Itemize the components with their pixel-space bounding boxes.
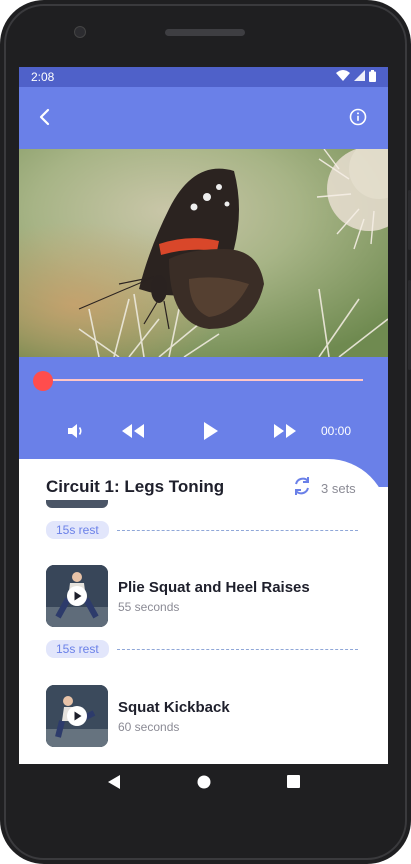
rewind-icon[interactable] — [120, 421, 146, 446]
app-bar — [19, 87, 388, 149]
play-icon[interactable] — [67, 586, 87, 606]
battery-icon — [369, 69, 376, 85]
rest-line — [116, 648, 358, 650]
exercise-duration: 55 seconds — [118, 600, 180, 614]
exercise-item[interactable]: Plie Squat and Heel Raises 55 seconds — [46, 565, 366, 627]
rest-divider: 15s rest — [46, 640, 358, 658]
exercise-duration: 60 seconds — [118, 720, 180, 734]
exercise-name: Plie Squat and Heel Raises — [118, 579, 310, 596]
exercise-thumbnail — [46, 565, 108, 627]
rest-pill: 15s rest — [46, 640, 109, 658]
nav-home-icon[interactable] — [197, 775, 211, 794]
rest-divider: 15s rest — [46, 521, 358, 539]
system-nav-bar — [19, 764, 388, 804]
seek-thumb[interactable] — [33, 371, 53, 391]
earpiece-speaker — [165, 29, 245, 36]
video-frame[interactable] — [19, 149, 388, 357]
exercise-name: Squat Kickback — [118, 699, 230, 716]
phone-frame: 2:08 00:00 Circuit 1: Legs Toning 3 sets… — [0, 0, 411, 864]
info-icon[interactable] — [348, 107, 368, 127]
nav-back-icon[interactable] — [107, 774, 121, 795]
previous-exercise-thumbnail[interactable] — [46, 500, 108, 508]
wifi-icon — [336, 70, 350, 84]
circuit-title: Circuit 1: Legs Toning — [46, 477, 225, 496]
status-bar: 2:08 — [19, 67, 388, 87]
app-screen: 2:08 00:00 Circuit 1: Legs Toning 3 sets… — [19, 67, 388, 764]
sets-indicator: 3 sets — [291, 475, 356, 502]
play-icon[interactable] — [202, 421, 220, 446]
status-time: 2:08 — [31, 70, 55, 84]
volume-icon[interactable] — [65, 421, 85, 446]
status-icons — [336, 69, 376, 85]
rest-pill: 15s rest — [46, 521, 109, 539]
rest-line — [116, 529, 358, 531]
exercise-item[interactable]: Squat Kickback 60 seconds — [46, 685, 366, 747]
sets-label: 3 sets — [321, 481, 356, 496]
play-icon[interactable] — [67, 706, 87, 726]
back-arrow-icon[interactable] — [33, 105, 57, 129]
time-readout: 00:00 — [321, 424, 352, 438]
nav-recents-icon[interactable] — [287, 775, 300, 793]
repeat-icon — [291, 475, 313, 502]
workout-panel: Circuit 1: Legs Toning 3 sets 15s rest P… — [19, 459, 388, 764]
front-camera — [74, 26, 86, 38]
signal-icon — [354, 70, 365, 84]
exercise-thumbnail — [46, 685, 108, 747]
seek-track[interactable] — [43, 379, 363, 381]
fast-forward-icon[interactable] — [272, 421, 298, 446]
